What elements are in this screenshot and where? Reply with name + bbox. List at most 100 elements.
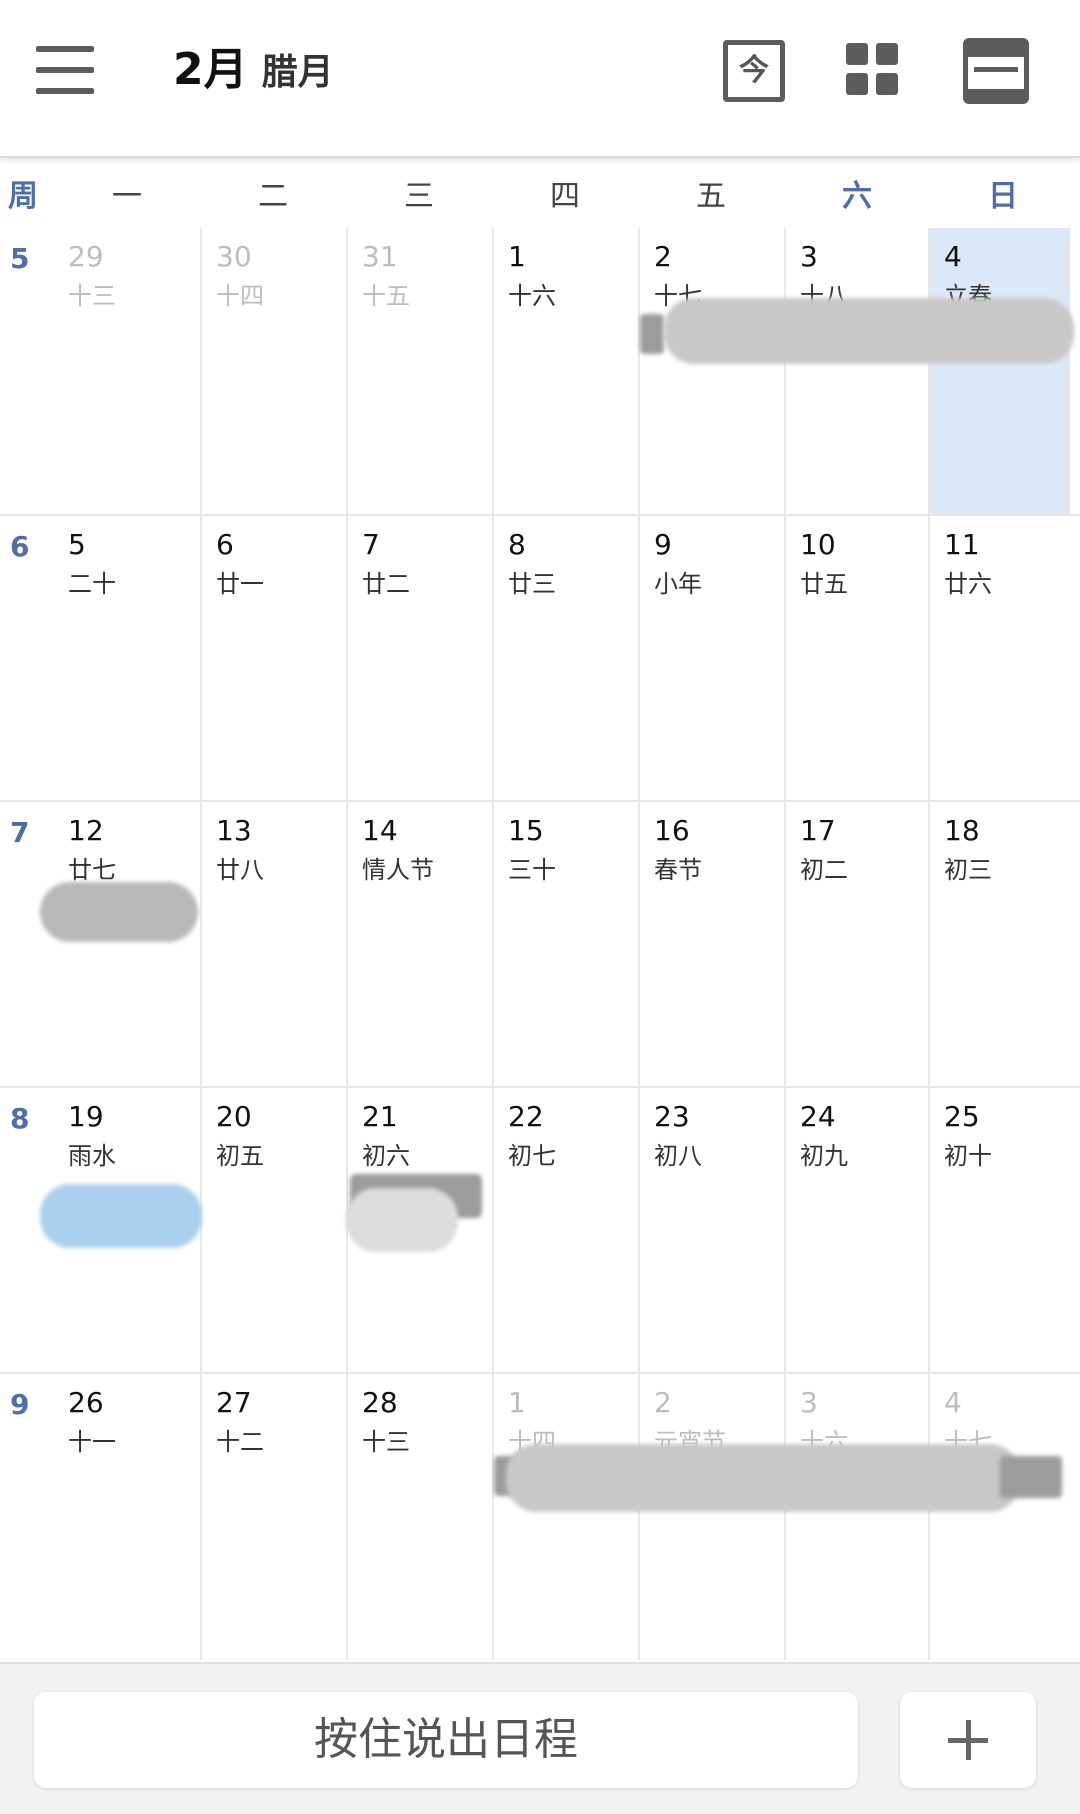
lunar-date: 情人节 <box>362 856 434 884</box>
day-cell[interactable]: 7 廿二 <box>346 516 492 802</box>
lunar-date: 廿一 <box>216 570 264 598</box>
day-cell[interactable]: 13 廿八 <box>200 802 346 1088</box>
day-cell[interactable]: 4 十七 <box>928 1374 1070 1660</box>
day-cell[interactable]: 2 元宵节 <box>638 1374 784 1660</box>
day-cell[interactable]: 8 廿三 <box>492 516 638 802</box>
day-number: 19 <box>68 1100 104 1133</box>
day-number: 28 <box>362 1386 398 1419</box>
day-cell-today[interactable]: 4 立春 <box>928 228 1070 514</box>
weekday-sun: 日 <box>988 179 1018 214</box>
lunar-date: 廿二 <box>362 570 410 598</box>
day-cell[interactable]: 28 十三 <box>346 1374 492 1660</box>
day-number: 4 <box>944 1386 962 1419</box>
lunar-date: 廿七 <box>68 856 116 884</box>
day-cell[interactable]: 18 初三 <box>928 802 1070 1088</box>
week-number: 9 <box>10 1388 30 1421</box>
day-number: 1 <box>508 1386 526 1419</box>
voice-input-button[interactable]: 按住说出日程 <box>34 1692 858 1788</box>
week-column-header: 周 <box>8 179 38 214</box>
day-cell[interactable]: 3 十六 <box>784 1374 930 1660</box>
week-row: 7 12 廿七 13 廿八 14 情人节 15 三十 16 春节 17 初二 18 初三 <box>0 800 1080 1088</box>
event-bar[interactable] <box>506 1444 1020 1512</box>
day-cell[interactable]: 17 初二 <box>784 802 930 1088</box>
day-cell[interactable]: 23 初八 <box>638 1088 784 1374</box>
week-row: 5 29 十三 30 十四 31 十五 1 十六 2 十七 3 十八 4 立春 <box>0 228 1080 514</box>
day-cell[interactable]: 27 十二 <box>200 1374 346 1660</box>
day-cell[interactable]: 5 二十 <box>54 516 200 802</box>
day-number: 16 <box>654 814 690 847</box>
day-number: 30 <box>216 240 252 273</box>
lunar-date: 初二 <box>800 856 848 884</box>
event-bar[interactable] <box>640 314 664 354</box>
day-cell[interactable]: 25 初十 <box>928 1088 1070 1374</box>
day-cell[interactable]: 30 十四 <box>200 228 346 514</box>
week-row: 8 19 雨水 20 初五 21 初六 22 初七 23 初八 24 初九 25 初十 <box>0 1086 1080 1374</box>
day-number: 9 <box>654 528 672 561</box>
lunar-date: 三十 <box>508 856 556 884</box>
lunar-date: 廿六 <box>944 570 992 598</box>
month-grid: 5 29 十三 30 十四 31 十五 1 十六 2 十七 3 十八 4 立春 6 5 二十 6… <box>0 228 1080 1660</box>
bottom-bar: 按住说出日程 <box>0 1662 1080 1814</box>
day-cell[interactable]: 9 小年 <box>638 516 784 802</box>
day-cell[interactable]: 10 廿五 <box>784 516 930 802</box>
lunar-date: 雨水 <box>68 1142 116 1170</box>
day-cell[interactable]: 6 廿一 <box>200 516 346 802</box>
app-bar: 2月 腊月 今 <box>0 0 1080 158</box>
menu-icon[interactable] <box>36 46 94 94</box>
lunar-date: 十一 <box>68 1428 116 1456</box>
month-label: 2月 <box>173 44 248 95</box>
view-grid-icon[interactable] <box>846 43 898 95</box>
day-number: 29 <box>68 240 104 273</box>
day-cell[interactable]: 1 十四 <box>492 1374 638 1660</box>
event-bar[interactable] <box>664 298 1074 364</box>
day-number: 20 <box>216 1100 252 1133</box>
day-number: 13 <box>216 814 252 847</box>
lunar-date: 初七 <box>508 1142 556 1170</box>
day-cell[interactable]: 2 十七 <box>638 228 784 514</box>
day-cell[interactable]: 14 情人节 <box>346 802 492 1088</box>
day-number: 24 <box>800 1100 836 1133</box>
day-cell[interactable]: 3 十八 <box>784 228 930 514</box>
day-cell[interactable]: 26 十一 <box>54 1374 200 1660</box>
lunar-date: 初九 <box>800 1142 848 1170</box>
lunar-date: 小年 <box>654 570 702 598</box>
event-bar[interactable] <box>40 1184 202 1248</box>
day-number: 11 <box>944 528 980 561</box>
day-cell[interactable]: 15 三十 <box>492 802 638 1088</box>
lunar-date: 十三 <box>362 1428 410 1456</box>
day-cell[interactable]: 22 初七 <box>492 1088 638 1374</box>
lunar-date: 初五 <box>216 1142 264 1170</box>
day-number: 3 <box>800 1386 818 1419</box>
day-cell[interactable]: 20 初五 <box>200 1088 346 1374</box>
day-cell[interactable]: 11 廿六 <box>928 516 1070 802</box>
weekday-sat: 六 <box>842 179 872 214</box>
event-bar[interactable] <box>346 1188 458 1252</box>
week-row: 9 26 十一 27 十二 28 十三 1 十四 2 元宵节 3 十六 4 十七 <box>0 1372 1080 1660</box>
day-number: 26 <box>68 1386 104 1419</box>
add-event-button[interactable] <box>900 1692 1036 1788</box>
day-cell[interactable]: 24 初九 <box>784 1088 930 1374</box>
lunar-date: 十六 <box>508 282 556 310</box>
day-cell[interactable]: 16 春节 <box>638 802 784 1088</box>
day-cell[interactable]: 1 十六 <box>492 228 638 514</box>
event-bar[interactable] <box>40 882 198 942</box>
day-number: 15 <box>508 814 544 847</box>
day-cell[interactable]: 31 十五 <box>346 228 492 514</box>
today-button[interactable]: 今 <box>723 40 785 102</box>
lunar-date: 十五 <box>362 282 410 310</box>
day-number: 27 <box>216 1386 252 1419</box>
schedule-list-icon[interactable] <box>963 38 1029 104</box>
day-cell[interactable]: 12 廿七 <box>54 802 200 1088</box>
day-number: 25 <box>944 1100 980 1133</box>
day-number: 5 <box>68 528 86 561</box>
lunar-date: 廿三 <box>508 570 556 598</box>
day-number: 23 <box>654 1100 690 1133</box>
lunar-date: 廿五 <box>800 570 848 598</box>
lunar-month-label: 腊月 <box>261 52 334 93</box>
event-bar[interactable] <box>1000 1456 1062 1498</box>
page-title[interactable]: 2月 腊月 <box>173 40 334 100</box>
lunar-date: 春节 <box>654 856 702 884</box>
day-number: 2 <box>654 240 672 273</box>
day-cell[interactable]: 29 十三 <box>54 228 200 514</box>
week-row: 6 5 二十 6 廿一 7 廿二 8 廿三 9 小年 10 廿五 11 廿六 <box>0 514 1080 802</box>
